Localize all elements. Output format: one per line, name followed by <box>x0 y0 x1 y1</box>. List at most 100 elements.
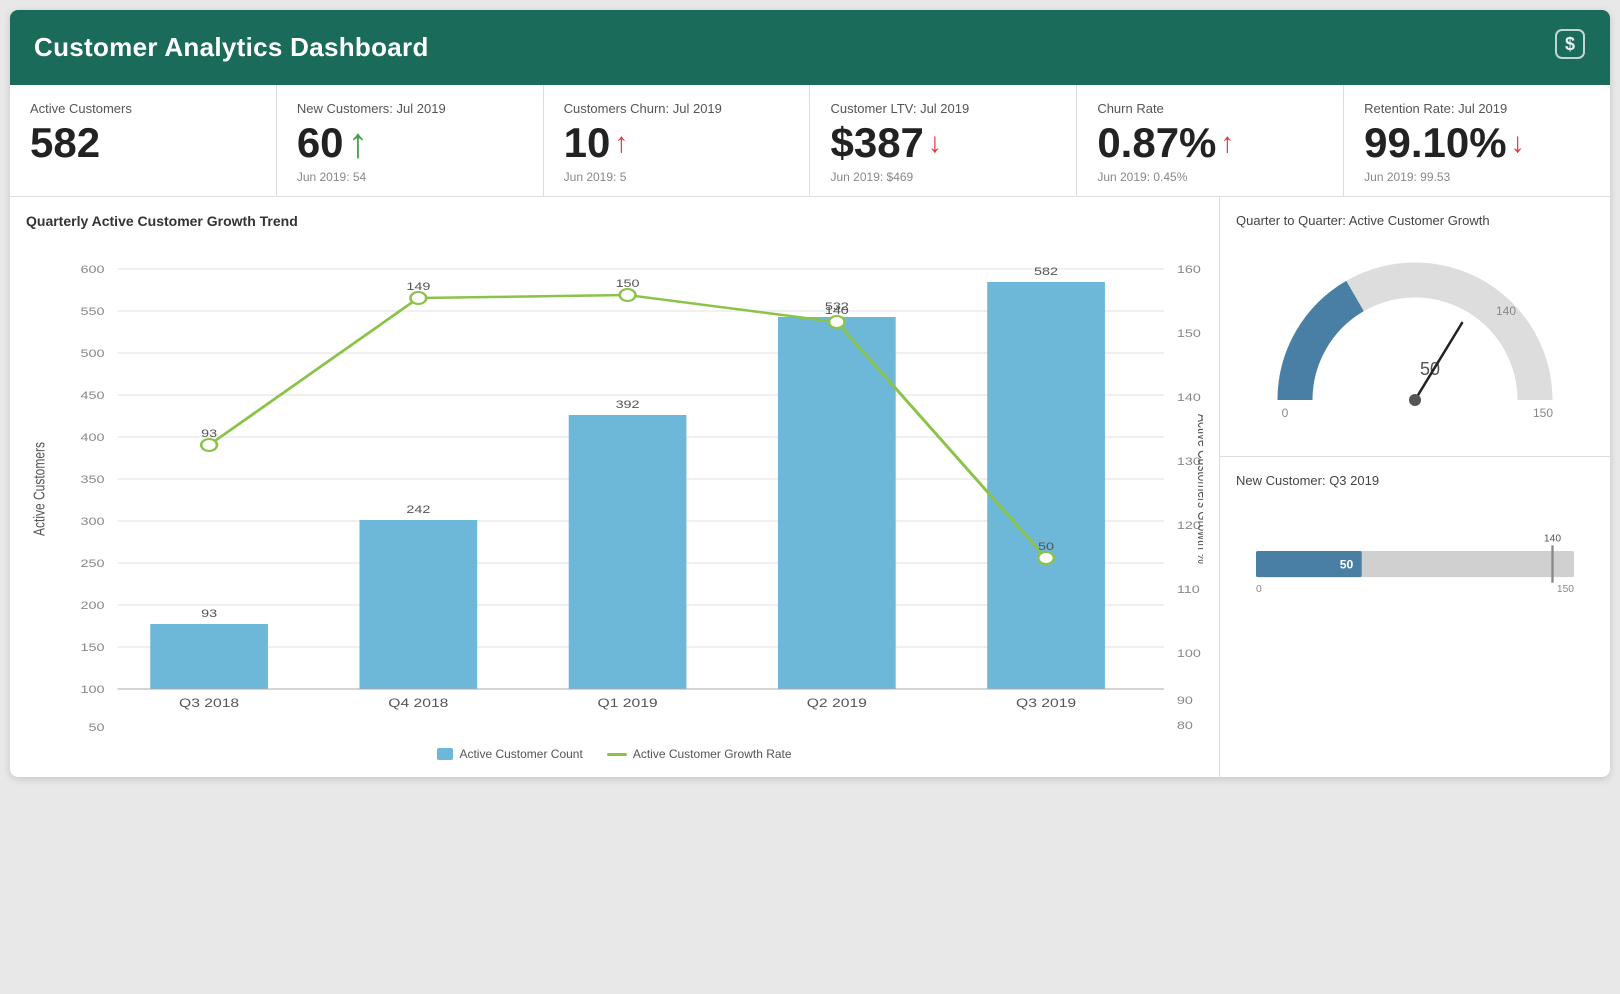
svg-text:392: 392 <box>616 398 640 411</box>
kpi-ltv-label: Customer LTV: Jul 2019 <box>830 101 1056 116</box>
kpi-churn-value: 10 ↑ <box>564 122 790 164</box>
main-content: Quarterly Active Customer Growth Trend <box>10 197 1610 777</box>
kpi-churn-rate-sub: Jun 2019: 0.45% <box>1097 170 1323 184</box>
bar-q4-2018 <box>359 520 477 689</box>
gauge-svg: 0 150 140 50 <box>1245 245 1585 435</box>
legend-line: Active Customer Growth Rate <box>607 747 792 761</box>
svg-text:250: 250 <box>80 557 104 570</box>
kpi-row: Active Customers 582 New Customers: Jul … <box>10 85 1610 197</box>
kpi-churn-label: Customers Churn: Jul 2019 <box>564 101 790 116</box>
svg-text:150: 150 <box>80 641 104 654</box>
svg-text:150: 150 <box>1557 584 1574 595</box>
svg-text:93: 93 <box>201 607 217 620</box>
dashboard-header: Customer Analytics Dashboard $ <box>10 10 1610 85</box>
svg-text:450: 450 <box>80 389 104 402</box>
bar-q3-2018 <box>150 624 268 689</box>
kpi-ltv: Customer LTV: Jul 2019 $387 ↓ Jun 2019: … <box>810 85 1077 196</box>
svg-text:93: 93 <box>201 427 217 440</box>
kpi-retention-rate-label: Retention Rate: Jul 2019 <box>1364 101 1590 116</box>
svg-text:400: 400 <box>80 431 104 444</box>
svg-text:Active Customers Growth %: Active Customers Growth % <box>1194 414 1203 564</box>
bar-q2-2019 <box>778 317 896 689</box>
kpi-active-customers: Active Customers 582 <box>10 85 277 196</box>
svg-text:242: 242 <box>406 503 430 516</box>
retention-arrow-down: ↓ <box>1511 129 1525 157</box>
svg-text:160: 160 <box>1177 263 1201 276</box>
dot-q4-2018 <box>410 292 426 304</box>
svg-text:Active Customers: Active Customers <box>30 442 48 536</box>
svg-text:300: 300 <box>80 515 104 528</box>
kpi-churn-sub: Jun 2019: 5 <box>564 170 790 184</box>
gauge-container: 0 150 140 50 <box>1236 240 1594 440</box>
x-label-q3-2018: Q3 2018 <box>179 696 239 710</box>
kpi-churn-rate: Churn Rate 0.87% ↑ Jun 2019: 0.45% <box>1077 85 1344 196</box>
bar-q3-2019 <box>987 282 1105 689</box>
svg-text:$: $ <box>1565 34 1575 54</box>
kpi-ltv-value: $387 ↓ <box>830 122 1056 164</box>
svg-text:500: 500 <box>80 347 104 360</box>
svg-text:149: 149 <box>406 280 430 293</box>
svg-text:200: 200 <box>80 599 104 612</box>
legend-line-icon <box>607 753 627 756</box>
svg-text:50: 50 <box>1038 540 1054 553</box>
kpi-retention-rate-sub: Jun 2019: 99.53 <box>1364 170 1590 184</box>
bar-chart-svg: 600 550 500 450 400 350 300 250 200 150 … <box>26 239 1203 739</box>
kpi-new-customers-sub: Jun 2019: 54 <box>297 170 523 184</box>
svg-text:0: 0 <box>1256 584 1262 595</box>
legend-line-label: Active Customer Growth Rate <box>633 747 792 761</box>
bullet-chart-container: 50 140 0 150 <box>1236 500 1594 625</box>
bullet-chart-svg: 50 140 0 150 <box>1256 530 1574 600</box>
svg-text:80: 80 <box>1177 719 1193 732</box>
svg-text:90: 90 <box>1177 694 1193 707</box>
svg-text:350: 350 <box>80 473 104 486</box>
dot-q3-2019 <box>1038 552 1054 564</box>
legend-bar-icon <box>437 748 453 760</box>
svg-text:582: 582 <box>1034 265 1058 278</box>
bar-chart-title: Quarterly Active Customer Growth Trend <box>26 213 1203 229</box>
kpi-active-customers-value: 582 <box>30 122 256 164</box>
gauge-title: Quarter to Quarter: Active Customer Grow… <box>1236 213 1594 228</box>
kpi-new-customers-value: 60 ↑ <box>297 122 523 164</box>
ltv-arrow-down: ↓ <box>928 129 942 157</box>
dashboard: Customer Analytics Dashboard $ Active Cu… <box>10 10 1610 777</box>
kpi-ltv-sub: Jun 2019: $469 <box>830 170 1056 184</box>
x-label-q4-2018: Q4 2018 <box>388 696 448 710</box>
svg-text:600: 600 <box>80 263 104 276</box>
bar-chart-container: 600 550 500 450 400 350 300 250 200 150 … <box>26 239 1203 739</box>
dollar-sign-icon: $ <box>1554 28 1586 67</box>
svg-text:150: 150 <box>1177 327 1201 340</box>
dashboard-title: Customer Analytics Dashboard <box>34 32 429 63</box>
gauge-center-dot <box>1409 394 1421 406</box>
svg-text:140: 140 <box>1496 304 1516 318</box>
kpi-churn: Customers Churn: Jul 2019 10 ↑ Jun 2019:… <box>544 85 811 196</box>
kpi-new-customers-label: New Customers: Jul 2019 <box>297 101 523 116</box>
churn-arrow-up: ↑ <box>614 129 628 157</box>
gauge-card: Quarter to Quarter: Active Customer Grow… <box>1220 197 1610 457</box>
dot-q2-2019 <box>829 316 845 328</box>
x-label-q2-2019: Q2 2019 <box>807 696 867 710</box>
kpi-retention-rate-value: 99.10% ↓ <box>1364 122 1590 164</box>
svg-text:110: 110 <box>1177 583 1200 596</box>
svg-text:550: 550 <box>80 305 104 318</box>
svg-text:150: 150 <box>616 277 640 290</box>
bullet-card: New Customer: Q3 2019 50 <box>1220 457 1610 641</box>
dot-q1-2019 <box>620 289 636 301</box>
svg-text:0: 0 <box>1282 406 1289 420</box>
kpi-churn-rate-value: 0.87% ↑ <box>1097 122 1323 164</box>
dot-q3-2018 <box>201 439 217 451</box>
svg-text:50: 50 <box>88 721 104 734</box>
svg-text:50: 50 <box>1340 558 1354 572</box>
svg-text:140: 140 <box>1544 534 1561 545</box>
x-label-q1-2019: Q1 2019 <box>598 696 658 710</box>
kpi-new-customers: New Customers: Jul 2019 60 ↑ Jun 2019: 5… <box>277 85 544 196</box>
svg-text:100: 100 <box>80 683 104 696</box>
svg-text:140: 140 <box>1177 391 1201 404</box>
svg-text:140: 140 <box>825 304 849 317</box>
legend-bar-label: Active Customer Count <box>459 747 582 761</box>
kpi-retention-rate: Retention Rate: Jul 2019 99.10% ↓ Jun 20… <box>1344 85 1610 196</box>
x-label-q3-2019: Q3 2019 <box>1016 696 1076 710</box>
chart-legend: Active Customer Count Active Customer Gr… <box>26 747 1203 761</box>
new-customers-arrow-up: ↑ <box>348 122 369 164</box>
right-panel: Quarter to Quarter: Active Customer Grow… <box>1220 197 1610 777</box>
kpi-churn-rate-label: Churn Rate <box>1097 101 1323 116</box>
